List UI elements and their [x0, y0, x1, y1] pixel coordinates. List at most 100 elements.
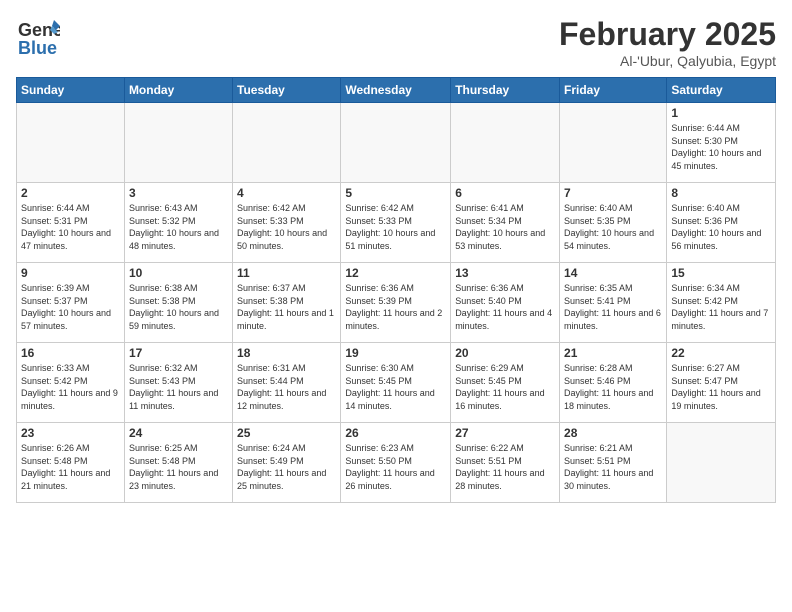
day-info: Sunrise: 6:36 AM Sunset: 5:40 PM Dayligh…: [455, 282, 555, 332]
day-cell: 7 Sunrise: 6:40 AM Sunset: 5:35 PM Daylig…: [560, 183, 667, 263]
day-info: Sunrise: 6:27 AM Sunset: 5:47 PM Dayligh…: [671, 362, 771, 412]
day-info: Sunrise: 6:44 AM Sunset: 5:30 PM Dayligh…: [671, 122, 771, 172]
day-cell: 27Sunrise: 6:22 AM Sunset: 5:51 PM Dayli…: [451, 423, 560, 503]
day-info: Sunrise: 6:33 AM Sunset: 5:42 PM Dayligh…: [21, 362, 120, 412]
week-row-2: 2Sunrise: 6:44 AM Sunset: 5:31 PM Daylig…: [17, 183, 776, 263]
day-info: Sunrise: 6:36 AM Sunset: 5:39 PM Dayligh…: [345, 282, 446, 332]
day-number: 5: [345, 186, 446, 200]
day-number: 13: [455, 266, 555, 280]
day-number: 20: [455, 346, 555, 360]
day-cell: 2Sunrise: 6:44 AM Sunset: 5:31 PM Daylig…: [17, 183, 125, 263]
day-info: Sunrise: 6:35 AM Sunset: 5:41 PM Dayligh…: [564, 282, 662, 332]
calendar-header-row: Sunday Monday Tuesday Wednesday Thursday…: [17, 78, 776, 103]
day-cell: 26Sunrise: 6:23 AM Sunset: 5:50 PM Dayli…: [341, 423, 451, 503]
month-title: February 2025: [559, 16, 776, 53]
day-number: 21: [564, 346, 662, 360]
day-number: 18: [237, 346, 336, 360]
day-number: 25: [237, 426, 336, 440]
day-cell: 24 Sunrise: 6:25 AM Sunset: 5:48 PM Dayli…: [124, 423, 232, 503]
day-cell: 4 Sunrise: 6:42 AM Sunset: 5:33 PM Daylig…: [233, 183, 341, 263]
day-cell: 18 Sunrise: 6:31 AM Sunset: 5:44 PM Dayli…: [233, 343, 341, 423]
day-info: Sunrise: 6:37 AM Sunset: 5:38 PM Dayligh…: [237, 282, 336, 332]
day-cell: 21 Sunrise: 6:28 AM Sunset: 5:46 PM Dayli…: [560, 343, 667, 423]
day-cell: [341, 103, 451, 183]
day-info: Sunrise: 6:40 AM Sunset: 5:35 PM Dayligh…: [564, 202, 662, 252]
day-cell: 17Sunrise: 6:32 AM Sunset: 5:43 PM Dayli…: [124, 343, 232, 423]
day-info: Sunrise: 6:29 AM Sunset: 5:45 PM Dayligh…: [455, 362, 555, 412]
col-friday: Friday: [560, 78, 667, 103]
calendar-table: Sunday Monday Tuesday Wednesday Thursday…: [16, 77, 776, 503]
day-number: 1: [671, 106, 771, 120]
day-cell: 8 Sunrise: 6:40 AM Sunset: 5:36 PM Daylig…: [667, 183, 776, 263]
day-number: 10: [129, 266, 228, 280]
day-info: Sunrise: 6:31 AM Sunset: 5:44 PM Dayligh…: [237, 362, 336, 412]
day-cell: 12 Sunrise: 6:36 AM Sunset: 5:39 PM Dayli…: [341, 263, 451, 343]
day-info: Sunrise: 6:42 AM Sunset: 5:33 PM Dayligh…: [237, 202, 336, 252]
day-cell: [124, 103, 232, 183]
svg-text:Blue: Blue: [18, 38, 57, 58]
col-saturday: Saturday: [667, 78, 776, 103]
day-number: 15: [671, 266, 771, 280]
logo-icon: General Blue: [16, 16, 60, 60]
day-number: 8: [671, 186, 771, 200]
day-number: 19: [345, 346, 446, 360]
day-cell: 6Sunrise: 6:41 AM Sunset: 5:34 PM Daylig…: [451, 183, 560, 263]
title-block: February 2025 Al-'Ubur, Qalyubia, Egypt: [559, 16, 776, 69]
day-number: 22: [671, 346, 771, 360]
day-number: 3: [129, 186, 228, 200]
day-info: Sunrise: 6:40 AM Sunset: 5:36 PM Dayligh…: [671, 202, 771, 252]
day-cell: [667, 423, 776, 503]
day-info: Sunrise: 6:25 AM Sunset: 5:48 PM Dayligh…: [129, 442, 228, 492]
day-number: 6: [455, 186, 555, 200]
day-cell: 23Sunrise: 6:26 AM Sunset: 5:48 PM Dayli…: [17, 423, 125, 503]
day-info: Sunrise: 6:24 AM Sunset: 5:49 PM Dayligh…: [237, 442, 336, 492]
day-cell: 11 Sunrise: 6:37 AM Sunset: 5:38 PM Dayli…: [233, 263, 341, 343]
logo: General Blue: [16, 16, 60, 60]
day-cell: 19Sunrise: 6:30 AM Sunset: 5:45 PM Dayli…: [341, 343, 451, 423]
day-info: Sunrise: 6:39 AM Sunset: 5:37 PM Dayligh…: [21, 282, 120, 332]
week-row-1: 1 Sunrise: 6:44 AM Sunset: 5:30 PM Daylig…: [17, 103, 776, 183]
day-cell: 22 Sunrise: 6:27 AM Sunset: 5:47 PM Dayli…: [667, 343, 776, 423]
day-cell: 16Sunrise: 6:33 AM Sunset: 5:42 PM Dayli…: [17, 343, 125, 423]
day-cell: 20 Sunrise: 6:29 AM Sunset: 5:45 PM Dayli…: [451, 343, 560, 423]
day-cell: 28 Sunrise: 6:21 AM Sunset: 5:51 PM Dayli…: [560, 423, 667, 503]
day-cell: 5 Sunrise: 6:42 AM Sunset: 5:33 PM Daylig…: [341, 183, 451, 263]
day-cell: [451, 103, 560, 183]
day-cell: 15 Sunrise: 6:34 AM Sunset: 5:42 PM Dayli…: [667, 263, 776, 343]
day-info: Sunrise: 6:32 AM Sunset: 5:43 PM Dayligh…: [129, 362, 228, 412]
day-cell: [560, 103, 667, 183]
day-info: Sunrise: 6:38 AM Sunset: 5:38 PM Dayligh…: [129, 282, 228, 332]
day-info: Sunrise: 6:34 AM Sunset: 5:42 PM Dayligh…: [671, 282, 771, 332]
day-cell: 14Sunrise: 6:35 AM Sunset: 5:41 PM Dayli…: [560, 263, 667, 343]
day-cell: [233, 103, 341, 183]
week-row-5: 23Sunrise: 6:26 AM Sunset: 5:48 PM Dayli…: [17, 423, 776, 503]
day-info: Sunrise: 6:43 AM Sunset: 5:32 PM Dayligh…: [129, 202, 228, 252]
day-number: 24: [129, 426, 228, 440]
day-info: Sunrise: 6:44 AM Sunset: 5:31 PM Dayligh…: [21, 202, 120, 252]
day-info: Sunrise: 6:21 AM Sunset: 5:51 PM Dayligh…: [564, 442, 662, 492]
col-sunday: Sunday: [17, 78, 125, 103]
col-wednesday: Wednesday: [341, 78, 451, 103]
day-info: Sunrise: 6:42 AM Sunset: 5:33 PM Dayligh…: [345, 202, 446, 252]
col-thursday: Thursday: [451, 78, 560, 103]
page: General Blue February 2025 Al-'Ubur, Qal…: [0, 0, 792, 612]
day-number: 7: [564, 186, 662, 200]
day-number: 27: [455, 426, 555, 440]
day-number: 11: [237, 266, 336, 280]
day-cell: 13 Sunrise: 6:36 AM Sunset: 5:40 PM Dayli…: [451, 263, 560, 343]
day-number: 26: [345, 426, 446, 440]
day-number: 4: [237, 186, 336, 200]
week-row-4: 16Sunrise: 6:33 AM Sunset: 5:42 PM Dayli…: [17, 343, 776, 423]
day-cell: 9Sunrise: 6:39 AM Sunset: 5:37 PM Daylig…: [17, 263, 125, 343]
day-number: 12: [345, 266, 446, 280]
week-row-3: 9Sunrise: 6:39 AM Sunset: 5:37 PM Daylig…: [17, 263, 776, 343]
day-info: Sunrise: 6:26 AM Sunset: 5:48 PM Dayligh…: [21, 442, 120, 492]
day-cell: 10 Sunrise: 6:38 AM Sunset: 5:38 PM Dayli…: [124, 263, 232, 343]
day-number: 28: [564, 426, 662, 440]
day-cell: 1 Sunrise: 6:44 AM Sunset: 5:30 PM Daylig…: [667, 103, 776, 183]
header: General Blue February 2025 Al-'Ubur, Qal…: [16, 16, 776, 69]
location: Al-'Ubur, Qalyubia, Egypt: [559, 53, 776, 69]
col-tuesday: Tuesday: [233, 78, 341, 103]
day-info: Sunrise: 6:28 AM Sunset: 5:46 PM Dayligh…: [564, 362, 662, 412]
day-cell: [17, 103, 125, 183]
